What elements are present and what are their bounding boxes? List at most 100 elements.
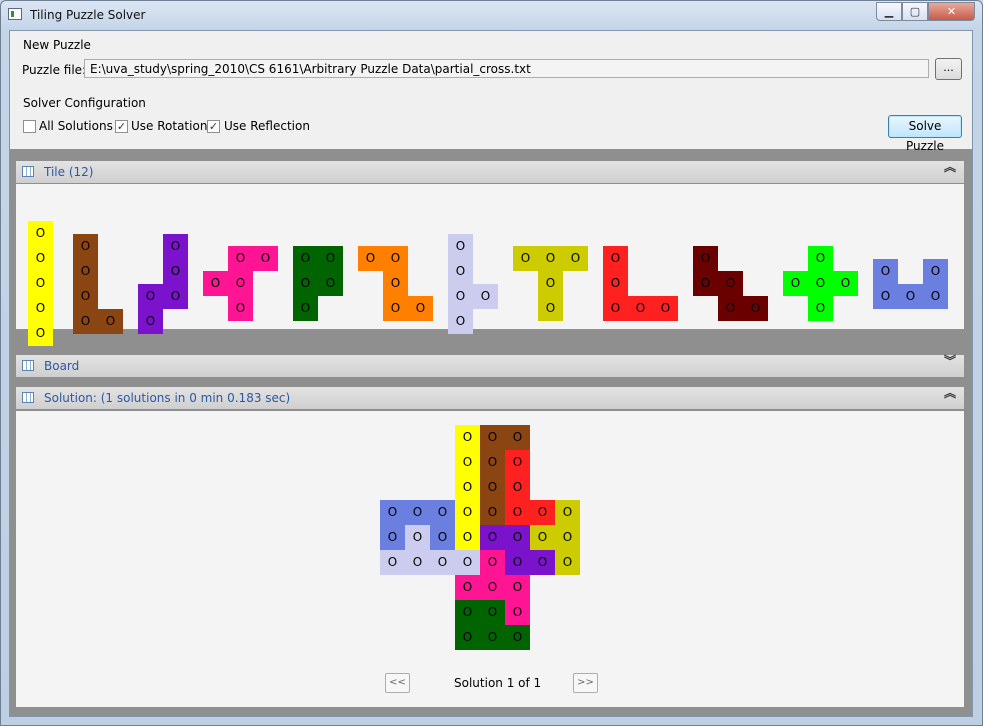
board-cell: O	[480, 475, 505, 500]
board-cell: O	[455, 450, 480, 475]
board-cell: O	[505, 475, 530, 500]
board-cell: O	[380, 525, 405, 550]
config-area: New Puzzle Puzzle file: ... Solver Confi…	[10, 31, 972, 153]
solution-panel-header[interactable]: Solution: (1 solutions in 0 min 0.183 se…	[16, 387, 964, 409]
tile-cell: O	[383, 271, 408, 296]
tile-cell: O	[603, 271, 628, 296]
tile-cell: O	[693, 271, 718, 296]
board-cell: O	[505, 550, 530, 575]
board-cell: O	[505, 575, 530, 600]
board-cell: O	[405, 525, 430, 550]
tile-cell: O	[873, 259, 898, 284]
board-cell: O	[555, 525, 580, 550]
puzzle-file-input[interactable]	[84, 59, 929, 78]
board-cell: O	[430, 550, 455, 575]
browse-button[interactable]: ...	[935, 58, 962, 80]
tile-cell: O	[73, 259, 98, 284]
board-cell: O	[480, 450, 505, 475]
tile-cell: O	[603, 296, 628, 321]
use-rotation-checkbox[interactable]: ✓	[115, 120, 128, 133]
client-area: New Puzzle Puzzle file: ... Solver Confi…	[9, 30, 973, 717]
solution-panel-body: OOOOOOOOOOOOOOOOOOOOOOOOOOOOOOOOOOOOOOOO…	[16, 411, 964, 707]
board-cell: O	[480, 500, 505, 525]
maximize-button[interactable]: ▢	[902, 2, 928, 21]
board-cell: O	[455, 500, 480, 525]
tile-cell: O	[163, 259, 188, 284]
board-panel-header[interactable]: Board ︾	[16, 355, 964, 377]
board-cell: O	[455, 425, 480, 450]
tile-cell: O	[448, 309, 473, 334]
board-cell: O	[480, 575, 505, 600]
solution-status: Solution 1 of 1	[454, 676, 542, 690]
board-cell: O	[480, 600, 505, 625]
board-cell: O	[480, 525, 505, 550]
use-rotation-label[interactable]: Use Rotation	[131, 119, 207, 133]
tile-panel-header[interactable]: Tile (12) ︽	[16, 161, 964, 183]
close-button[interactable]: ✕	[928, 2, 975, 21]
title-bar[interactable]: Tiling Puzzle Solver ▁ ▢ ✕	[1, 1, 982, 29]
tile-panel-title: Tile (12)	[44, 165, 94, 179]
tile-cell: O	[718, 296, 743, 321]
board-cell: O	[380, 550, 405, 575]
table-icon	[22, 166, 34, 177]
board-cell: O	[455, 550, 480, 575]
tile-cell: O	[653, 296, 678, 321]
board-cell: O	[430, 500, 455, 525]
board-cell: O	[455, 625, 480, 650]
tile-cell: O	[808, 271, 833, 296]
previous-solution-button[interactable]: <<	[385, 673, 410, 693]
board-cell: O	[505, 450, 530, 475]
tile-cell: O	[898, 284, 923, 309]
tile-cell: O	[28, 296, 53, 321]
tile-cell: O	[473, 284, 498, 309]
tile-cell: O	[718, 271, 743, 296]
tile-panel-body: OOOOOOOOOOOOOOOOOOOOOOOOOOOOOOOOOOOOOOOO…	[16, 184, 964, 346]
board-cell: O	[530, 525, 555, 550]
tile-cell: O	[538, 246, 563, 271]
tile-cell: O	[228, 246, 253, 271]
tile-cell: O	[923, 259, 948, 284]
collapse-chevron-icon[interactable]: ︽	[944, 387, 956, 399]
board-cell: O	[380, 500, 405, 525]
board-cell: O	[455, 525, 480, 550]
tile-cell: O	[253, 246, 278, 271]
solve-puzzle-button[interactable]: Solve Puzzle	[888, 115, 962, 153]
use-reflection-label[interactable]: Use Reflection	[224, 119, 310, 133]
expand-chevron-icon[interactable]: ︾	[944, 355, 956, 367]
tile-cell: O	[138, 309, 163, 334]
all-solutions-label[interactable]: All Solutions	[39, 119, 113, 133]
tile-cell: O	[28, 246, 53, 271]
next-solution-button[interactable]: >>	[573, 673, 598, 693]
solver-config-group-title: Solver Configuration	[23, 96, 146, 110]
app-icon	[8, 8, 22, 20]
tile-cell: O	[228, 296, 253, 321]
tile-cell: O	[358, 246, 383, 271]
puzzle-file-label: Puzzle file:	[22, 63, 87, 77]
board-cell: O	[505, 500, 530, 525]
tile-cell: O	[603, 246, 628, 271]
tile-cell: O	[923, 284, 948, 309]
tile-cell: O	[28, 221, 53, 246]
tile-cell: O	[98, 309, 123, 334]
collapse-chevron-icon[interactable]: ︽	[944, 161, 956, 173]
minimize-button[interactable]: ▁	[876, 2, 902, 21]
tile-cell: O	[318, 271, 343, 296]
board-cell: O	[555, 550, 580, 575]
tile-cell: O	[138, 284, 163, 309]
tile-cell: O	[383, 296, 408, 321]
board-cell: O	[480, 550, 505, 575]
tile-cell: O	[808, 296, 833, 321]
tile-cell: O	[28, 271, 53, 296]
board-cell: O	[480, 625, 505, 650]
tile-cell: O	[73, 309, 98, 334]
tile-cell: O	[408, 296, 433, 321]
board-cell: O	[405, 550, 430, 575]
board-cell: O	[530, 500, 555, 525]
tile-cell: O	[693, 246, 718, 271]
table-icon	[22, 360, 34, 371]
tile-cell: O	[73, 284, 98, 309]
tile-cell: O	[28, 321, 53, 346]
all-solutions-checkbox[interactable]	[23, 120, 36, 133]
tile-cell: O	[833, 271, 858, 296]
use-reflection-checkbox[interactable]: ✓	[207, 120, 220, 133]
